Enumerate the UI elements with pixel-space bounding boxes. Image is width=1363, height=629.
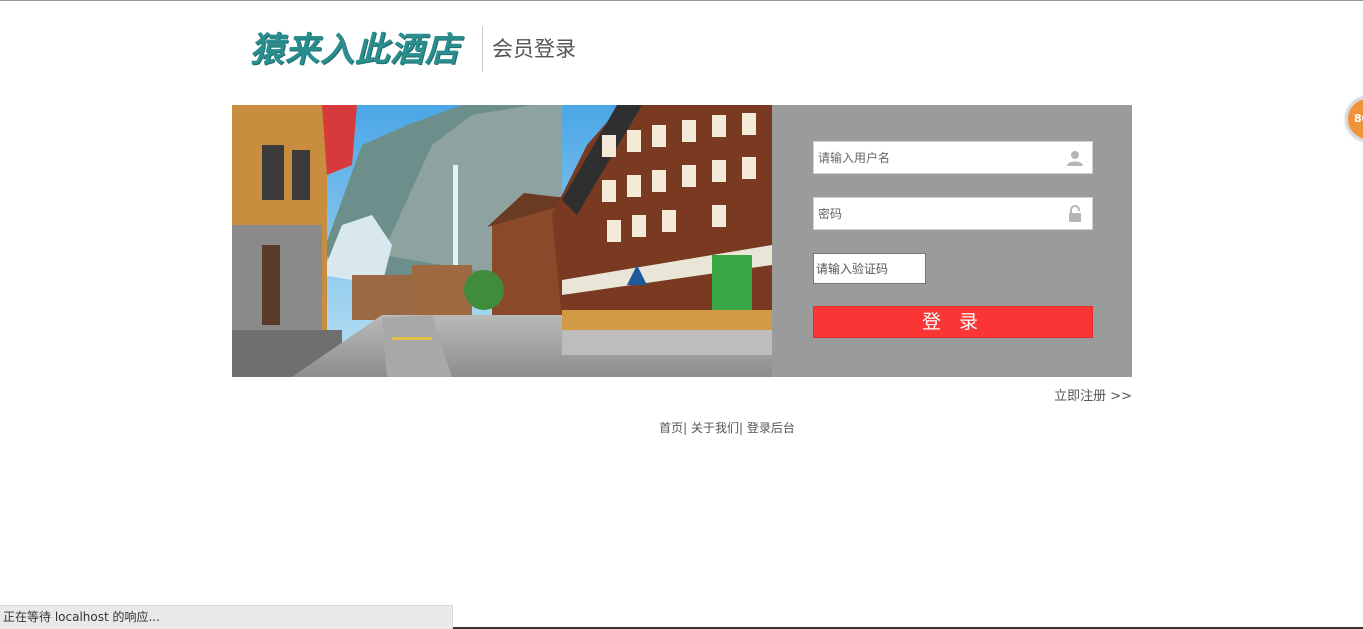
header: 猿来入此酒店 会员登录 — [232, 20, 1132, 80]
hotel-logo[interactable]: 猿来入此酒店 — [250, 26, 465, 74]
street-photo — [232, 105, 772, 377]
login-form: 登 录 — [772, 105, 1132, 377]
captcha-field — [813, 253, 926, 284]
floating-badge[interactable]: 80 — [1346, 97, 1363, 141]
lock-icon — [1066, 205, 1084, 223]
footer-separator: | — [739, 421, 744, 435]
username-input[interactable] — [814, 142, 1064, 173]
user-icon — [1066, 149, 1084, 167]
header-divider — [482, 26, 483, 72]
login-banner: 登 录 — [232, 105, 1132, 377]
password-input[interactable] — [814, 198, 1064, 229]
footer-link-about[interactable]: 关于我们 — [691, 421, 739, 435]
login-button[interactable]: 登 录 — [813, 306, 1093, 338]
footer-separator: | — [683, 421, 688, 435]
page-title: 会员登录 — [492, 37, 576, 61]
password-field — [813, 197, 1093, 230]
register-link[interactable]: 立即注册 >> — [1000, 385, 1132, 404]
footer-nav: 首页| 关于我们| 登录后台 — [232, 419, 1222, 436]
top-border — [0, 0, 1363, 1]
footer-link-admin-login[interactable]: 登录后台 — [747, 421, 795, 435]
username-field — [813, 141, 1093, 174]
captcha-input[interactable] — [814, 254, 924, 283]
browser-status-bar: 正在等待 localhost 的响应... — [0, 605, 453, 629]
footer-link-home[interactable]: 首页 — [659, 421, 683, 435]
